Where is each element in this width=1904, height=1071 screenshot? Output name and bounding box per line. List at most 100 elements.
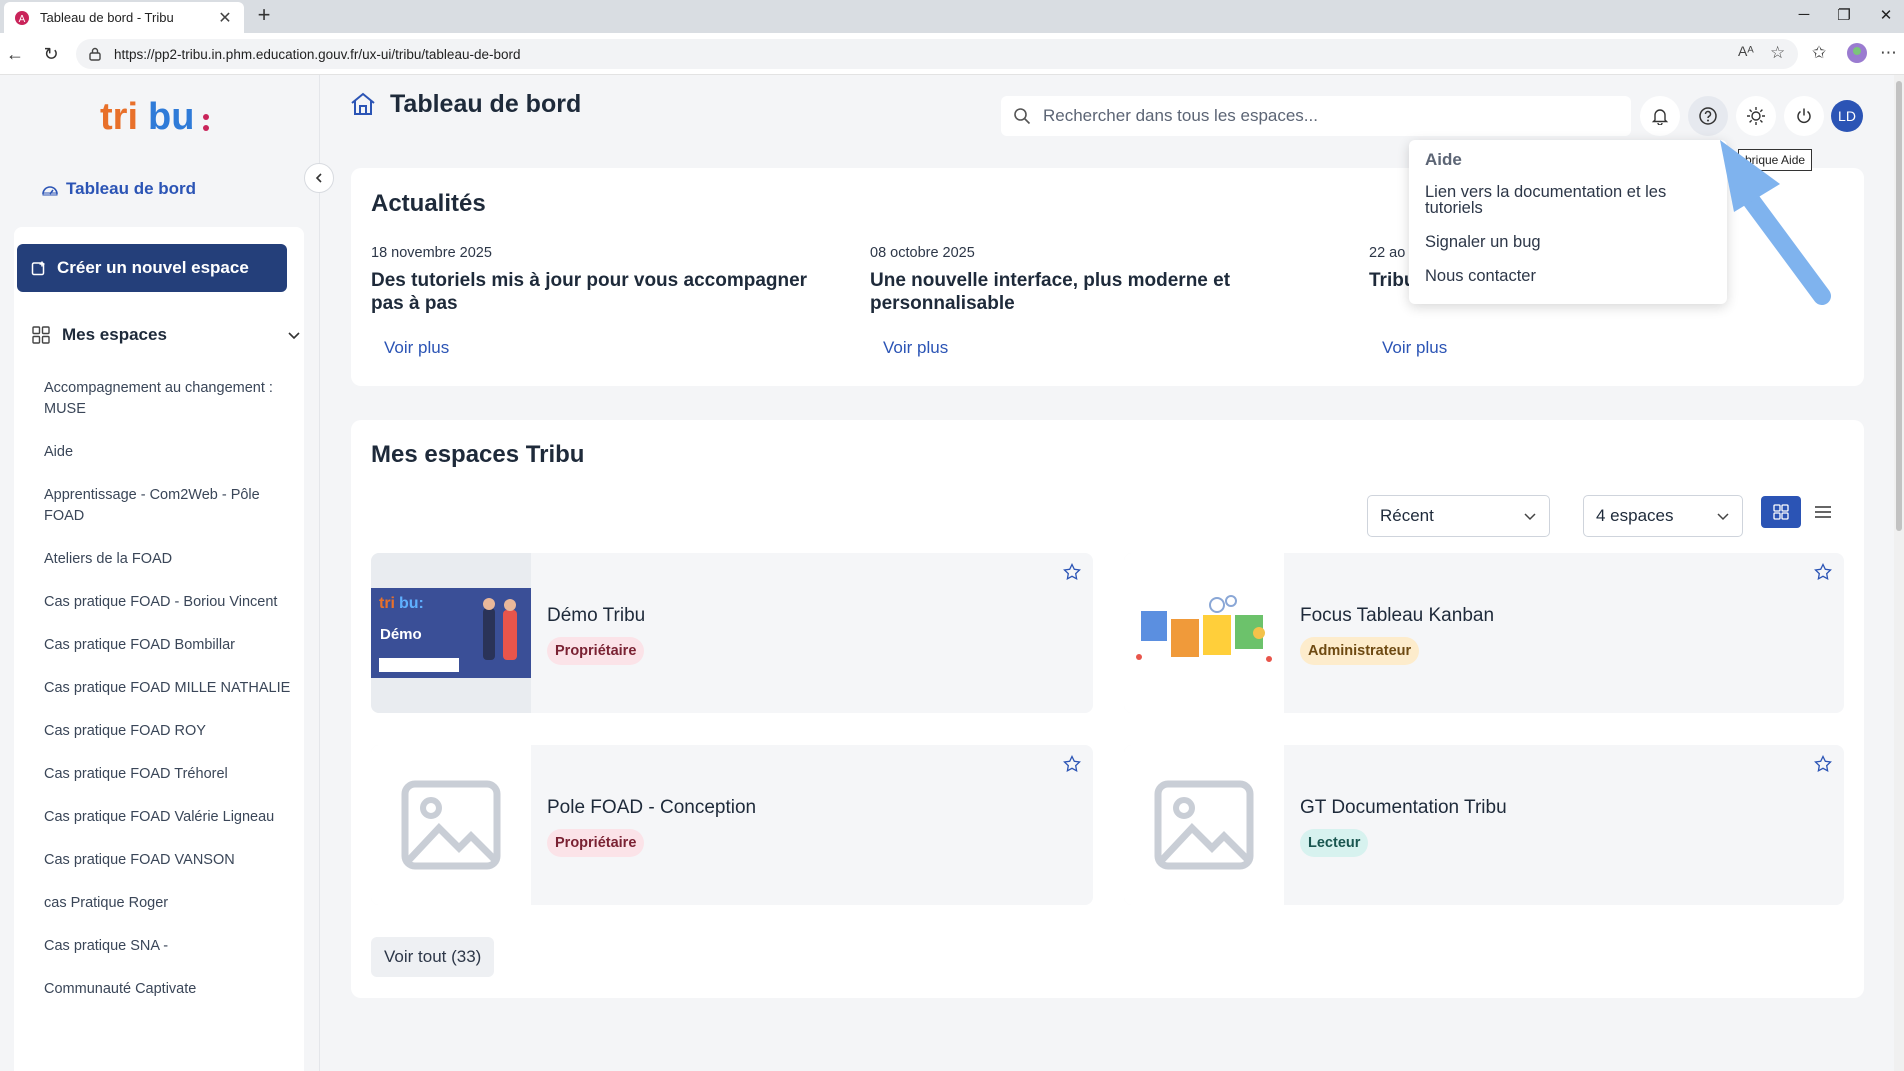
reload-icon[interactable]: ↻ <box>40 43 62 65</box>
space-card[interactable]: Pole FOAD - Conception Propriétaire <box>371 745 1093 905</box>
notifications-button[interactable] <box>1640 96 1680 136</box>
list-view-button[interactable] <box>1803 496 1843 528</box>
kanban-thumbnail-image <box>1136 595 1272 662</box>
count-value: 4 espaces <box>1596 506 1674 525</box>
tab-title: Tableau de bord - Tribu <box>40 10 174 25</box>
help-dropdown-menu: Aide Lien vers la documentation et les t… <box>1409 140 1727 304</box>
browser-tabbar: A Tableau de bord - Tribu ✕ + ─ ❐ ✕ <box>0 0 1904 33</box>
sidebar-item-dashboard[interactable]: Tableau de bord <box>42 179 196 199</box>
space-list-item[interactable]: Aide <box>44 442 304 463</box>
space-list-item[interactable]: Cas pratique FOAD Valérie Ligneau <box>44 807 304 828</box>
lock-icon <box>89 47 101 61</box>
svg-text:A: A <box>19 14 26 25</box>
url-text: https://pp2-tribu.in.phm.education.gouv.… <box>114 46 521 62</box>
space-list-item[interactable]: Ateliers de la FOAD <box>44 549 304 570</box>
space-list-item[interactable]: Cas pratique FOAD VANSON <box>44 850 304 871</box>
space-card[interactable]: tri bu: Démo Tribu Propriétaire <box>371 553 1093 713</box>
favorites-icon[interactable]: ✩ <box>1812 43 1826 63</box>
demo-thumbnail-label: Démo <box>380 626 422 643</box>
svg-text:tri: tri <box>100 96 138 138</box>
new-tab-button[interactable]: + <box>252 4 276 28</box>
space-card[interactable]: Focus Tableau Kanban Administrateur <box>1124 553 1844 713</box>
favorite-star-icon[interactable] <box>1063 563 1081 581</box>
read-aloud-icon[interactable]: Aᴬ <box>1738 43 1754 59</box>
space-list-item[interactable]: Cas pratique FOAD Tréhorel <box>44 764 304 785</box>
role-badge: Lecteur <box>1300 829 1369 857</box>
url-field[interactable]: https://pp2-tribu.in.phm.education.gouv.… <box>76 39 1798 69</box>
see-all-button[interactable]: Voir tout (33) <box>371 937 495 977</box>
help-menu-item-bug[interactable]: Signaler un bug <box>1425 234 1711 251</box>
collapse-sidebar-button[interactable] <box>304 163 334 193</box>
svg-text:bu: bu <box>148 96 194 138</box>
see-more-link[interactable]: Voir plus <box>1382 338 1447 358</box>
svg-text:bu:: bu: <box>399 595 424 612</box>
space-thumbnail <box>1124 553 1284 713</box>
space-card[interactable]: GT Documentation Tribu Lecteur <box>1124 745 1844 905</box>
help-icon <box>1699 107 1717 125</box>
sort-value: Récent <box>1380 506 1434 525</box>
news-headline: Une nouvelle interface, plus moderne et … <box>870 270 1231 314</box>
space-name: GT Documentation Tribu <box>1300 797 1507 818</box>
create-space-button[interactable]: Créer un nouvel espace <box>17 244 287 292</box>
help-menu-item-docs[interactable]: Lien vers la documentation et les tutori… <box>1425 184 1711 217</box>
mes-espaces-toggle[interactable]: Mes espaces <box>32 325 302 345</box>
create-space-icon <box>31 261 45 276</box>
home-icon <box>351 92 375 115</box>
image-placeholder-icon <box>401 780 501 870</box>
favorite-star-icon[interactable]: ☆ <box>1770 43 1785 63</box>
sidebar-dashboard-label: Tableau de bord <box>66 179 197 198</box>
address-bar: ← ↻ https://pp2-tribu.in.phm.education.g… <box>0 33 1904 75</box>
scrollbar-thumb[interactable] <box>1896 81 1902 531</box>
close-tab-icon[interactable]: ✕ <box>216 8 234 28</box>
mes-espaces-label: Mes espaces <box>62 325 167 344</box>
space-list-item[interactable]: Accompagnement au changement : MUSE <box>44 378 304 420</box>
power-icon <box>1797 108 1811 124</box>
space-thumbnail <box>1124 745 1284 905</box>
sort-select[interactable]: Récent <box>1367 495 1550 537</box>
restore-icon[interactable]: ❐ <box>1834 6 1854 24</box>
news-title: Actualités <box>371 190 486 217</box>
space-list-item[interactable]: Cas pratique SNA - <box>44 936 304 957</box>
minimize-icon[interactable]: ─ <box>1794 6 1814 23</box>
bell-icon <box>1651 109 1669 125</box>
page-title: Tableau de bord <box>390 90 582 118</box>
space-list-item[interactable]: Cas pratique FOAD ROY <box>44 721 304 742</box>
help-menu-title: Aide <box>1425 150 1462 169</box>
search-bar <box>1001 96 1631 136</box>
grid-icon <box>1773 504 1789 520</box>
svg-text:tri: tri <box>379 595 395 612</box>
create-space-label: Créer un nouvel espace <box>57 258 249 277</box>
news-date: 08 octobre 2025 <box>870 245 975 261</box>
grid-icon <box>32 326 50 344</box>
space-thumbnail <box>371 745 531 905</box>
profile-icon[interactable] <box>1846 42 1868 69</box>
space-list-item[interactable]: cas Pratique Roger <box>44 893 304 914</box>
browser-tab[interactable]: A Tableau de bord - Tribu ✕ <box>4 2 244 33</box>
list-icon <box>1815 506 1831 518</box>
help-menu-item-contact[interactable]: Nous contacter <box>1425 268 1711 285</box>
space-list-item[interactable]: Communauté Captivate <box>44 979 304 1000</box>
role-badge: Propriétaire <box>547 829 645 857</box>
tribu-favicon-icon: A <box>15 10 29 25</box>
favorite-star-icon[interactable] <box>1814 755 1832 773</box>
favorite-star-icon[interactable] <box>1814 563 1832 581</box>
space-list-item[interactable]: Cas pratique FOAD MILLE NATHALIE <box>44 678 304 699</box>
space-list-item[interactable]: Cas pratique FOAD - Boriou Vincent <box>44 592 304 613</box>
see-more-link[interactable]: Voir plus <box>384 338 449 358</box>
grid-view-button[interactable] <box>1761 496 1801 528</box>
news-item: 08 octobre 2025 Une nouvelle interface, … <box>870 245 1330 358</box>
tribu-logo: tri bu <box>100 96 209 138</box>
space-name: Pole FOAD - Conception <box>547 797 757 818</box>
favorite-star-icon[interactable] <box>1063 755 1081 773</box>
page-scrollbar[interactable] <box>1894 75 1904 1071</box>
search-input[interactable] <box>1043 106 1631 126</box>
space-list-item[interactable]: Apprentissage - Com2Web - Pôle FOAD <box>44 485 304 527</box>
count-select[interactable]: 4 espaces <box>1583 495 1743 537</box>
close-window-icon[interactable]: ✕ <box>1876 6 1896 24</box>
see-more-link[interactable]: Voir plus <box>883 338 948 358</box>
space-list-item[interactable]: Cas pratique FOAD Bombillar <box>44 635 304 656</box>
sun-icon <box>1747 107 1765 125</box>
back-icon[interactable]: ← <box>4 43 26 65</box>
more-menu-icon[interactable]: ⋯ <box>1880 43 1897 63</box>
role-badge: Administrateur <box>1300 637 1420 665</box>
